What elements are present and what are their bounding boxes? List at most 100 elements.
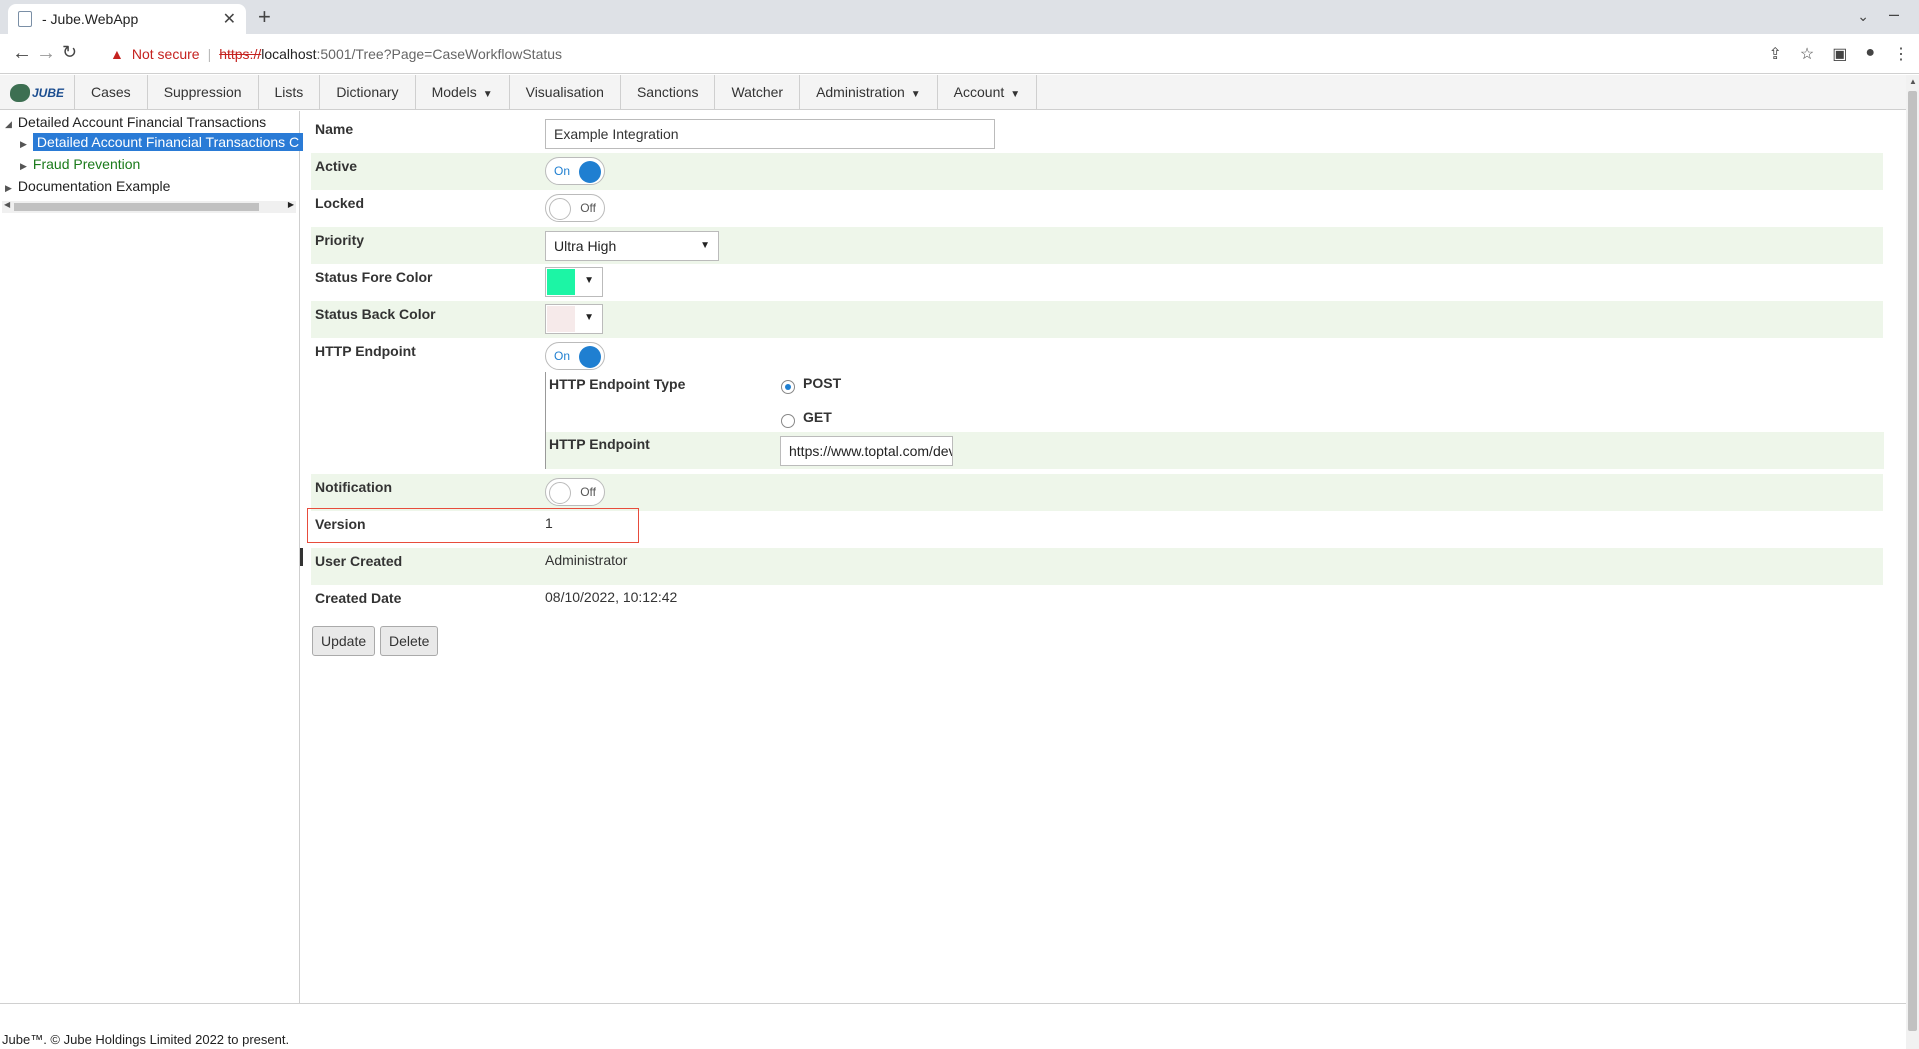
toggle-state: On bbox=[554, 349, 571, 363]
nav-suppression[interactable]: Suppression bbox=[148, 75, 259, 110]
tree-node-label: Detailed Account Financial Transactions bbox=[17, 114, 267, 130]
url-field[interactable]: ▲ Not secure | https:// localhost :5001/… bbox=[110, 39, 1750, 69]
profile-icon[interactable]: ● bbox=[1865, 44, 1875, 64]
tree-node-documentation[interactable]: ▶ Documentation Example bbox=[5, 178, 170, 194]
url-separator: | bbox=[207, 46, 212, 62]
nav-account-label: Account bbox=[953, 84, 1005, 100]
nav-models[interactable]: Models ▼ bbox=[416, 75, 510, 110]
get-radio-label[interactable]: GET bbox=[803, 409, 832, 425]
scrollbar-thumb[interactable] bbox=[1908, 91, 1917, 1031]
row-notification: Notification Off bbox=[311, 474, 1883, 511]
locked-toggle[interactable]: Off bbox=[545, 194, 605, 222]
update-button[interactable]: Update bbox=[312, 626, 376, 656]
nav-watcher[interactable]: Watcher bbox=[715, 75, 801, 110]
caret-down-icon: ▼ bbox=[482, 89, 493, 100]
http-endpoint-url-input[interactable]: https://www.toptal.com/developers/postbi… bbox=[780, 436, 953, 466]
page-icon bbox=[18, 11, 32, 27]
http-endpoint-label: HTTP Endpoint bbox=[315, 343, 416, 359]
toggle-state: On bbox=[554, 164, 571, 178]
nav-administration-label: Administration bbox=[816, 84, 905, 100]
post-radio[interactable] bbox=[781, 380, 795, 394]
name-input[interactable]: Example Integration bbox=[545, 119, 995, 149]
expanded-arrow-icon[interactable]: ◢ bbox=[5, 119, 12, 129]
nav-dictionary[interactable]: Dictionary bbox=[320, 75, 416, 110]
priority-select[interactable]: Ultra High ▼ bbox=[545, 231, 719, 261]
dropdown-arrow-icon: ▼ bbox=[700, 240, 710, 251]
jube-logo[interactable]: JUBE bbox=[0, 75, 75, 110]
scroll-right-icon[interactable]: ▶ bbox=[288, 200, 294, 209]
browser-tabstrip: - Jube.WebApp ✕ + ⌄ – bbox=[0, 0, 1919, 34]
row-name: Name Example Integration bbox=[311, 116, 1883, 153]
toggle-state: Off bbox=[580, 201, 596, 215]
caret-down-icon: ▼ bbox=[910, 89, 921, 100]
dropdown-arrow-icon: ▼ bbox=[584, 312, 594, 323]
nav-sanctions[interactable]: Sanctions bbox=[621, 75, 716, 110]
browser-tab[interactable]: - Jube.WebApp ✕ bbox=[8, 4, 246, 34]
nav-visualisation[interactable]: Visualisation bbox=[510, 75, 621, 110]
tree-node-fraud-prevention[interactable]: ▶ Fraud Prevention bbox=[20, 156, 140, 172]
toggle-knob bbox=[549, 482, 571, 504]
page-vertical-scrollbar[interactable]: ▲ bbox=[1906, 75, 1919, 1049]
back-color-picker[interactable]: ▼ bbox=[545, 304, 603, 334]
back-color-label: Status Back Color bbox=[315, 306, 436, 322]
active-toggle[interactable]: On bbox=[545, 157, 605, 185]
url-protocol: https:// bbox=[219, 46, 262, 62]
menu-icon[interactable]: ⋮ bbox=[1893, 44, 1909, 64]
tree-node-label: Documentation Example bbox=[17, 178, 171, 194]
toggle-knob bbox=[579, 346, 601, 368]
address-bar: ← → ↻ ▲ Not secure | https:// localhost … bbox=[0, 34, 1919, 74]
dropdown-arrow-icon: ▼ bbox=[584, 275, 594, 286]
tree-horizontal-scrollbar[interactable]: ◀ ▶ bbox=[2, 200, 296, 213]
scroll-up-icon[interactable]: ▲ bbox=[1909, 77, 1917, 86]
http-endpoint-toggle[interactable]: On bbox=[545, 342, 605, 370]
created-date-value: 08/10/2022, 10:12:42 bbox=[545, 589, 678, 605]
side-panel-icon[interactable]: ▣ bbox=[1832, 44, 1847, 64]
priority-value: Ultra High bbox=[554, 238, 617, 254]
scroll-left-icon[interactable]: ◀ bbox=[4, 200, 10, 209]
notification-toggle[interactable]: Off bbox=[545, 478, 605, 506]
back-icon[interactable]: ← bbox=[12, 42, 32, 65]
collapsed-arrow-icon[interactable]: ▶ bbox=[20, 161, 27, 171]
row-back-color: Status Back Color ▼ bbox=[311, 301, 1883, 338]
row-active: Active On bbox=[311, 153, 1883, 190]
name-label: Name bbox=[315, 121, 354, 137]
nav-account[interactable]: Account ▼ bbox=[938, 75, 1038, 110]
post-radio-label[interactable]: POST bbox=[803, 375, 841, 391]
tree-node-selected[interactable]: ▶ Detailed Account Financial Transactions… bbox=[20, 133, 304, 151]
nav-lists[interactable]: Lists bbox=[259, 75, 321, 110]
bookmark-star-icon[interactable]: ☆ bbox=[1800, 44, 1814, 64]
nav-administration[interactable]: Administration ▼ bbox=[800, 75, 938, 110]
app-navbar: JUBE Cases Suppression Lists Dictionary … bbox=[0, 75, 1906, 110]
tree-panel: ◢ Detailed Account Financial Transactions… bbox=[0, 111, 304, 1003]
nav-cases[interactable]: Cases bbox=[75, 75, 148, 110]
tree-node-detailed-account[interactable]: ◢ Detailed Account Financial Transactions bbox=[5, 114, 266, 130]
footer-text: Jube™. © Jube Holdings Limited 2022 to p… bbox=[2, 1032, 290, 1047]
collapsed-arrow-icon[interactable]: ▶ bbox=[5, 183, 12, 193]
share-icon[interactable]: ⇪ bbox=[1768, 44, 1781, 64]
nav-models-label: Models bbox=[431, 84, 477, 100]
browser-actions: ⇪ ☆ ▣ ● ⋮ bbox=[1768, 44, 1909, 64]
get-radio[interactable] bbox=[781, 414, 795, 428]
toggle-knob bbox=[579, 161, 601, 183]
fore-color-picker[interactable]: ▼ bbox=[545, 267, 603, 297]
active-label: Active bbox=[315, 158, 358, 174]
user-created-value: Administrator bbox=[545, 552, 628, 568]
http-endpoint-type-label: HTTP Endpoint Type bbox=[549, 376, 686, 392]
tab-search-icon[interactable]: ⌄ bbox=[1857, 8, 1869, 25]
minimize-icon[interactable]: – bbox=[1889, 4, 1899, 25]
collapsed-arrow-icon[interactable]: ▶ bbox=[20, 139, 27, 149]
http-endpoint-url-label: HTTP Endpoint bbox=[549, 436, 650, 452]
delete-button[interactable]: Delete bbox=[380, 626, 439, 656]
forward-icon[interactable]: → bbox=[36, 42, 56, 65]
row-locked: Locked Off bbox=[311, 190, 1883, 227]
new-tab-icon[interactable]: + bbox=[258, 4, 271, 30]
http-endpoint-subsection: HTTP Endpoint Type POST GET HTTP Endpoin… bbox=[545, 372, 1884, 469]
scrollbar-thumb[interactable] bbox=[14, 203, 259, 211]
close-tab-icon[interactable]: ✕ bbox=[223, 9, 236, 29]
reload-icon[interactable]: ↻ bbox=[62, 42, 77, 63]
panel-splitter[interactable] bbox=[300, 548, 303, 566]
warning-icon: ▲ bbox=[110, 46, 124, 62]
tab-title: - Jube.WebApp bbox=[42, 11, 139, 27]
tree-node-label: Detailed Account Financial Transactions … bbox=[32, 133, 304, 151]
back-color-swatch bbox=[547, 306, 575, 332]
